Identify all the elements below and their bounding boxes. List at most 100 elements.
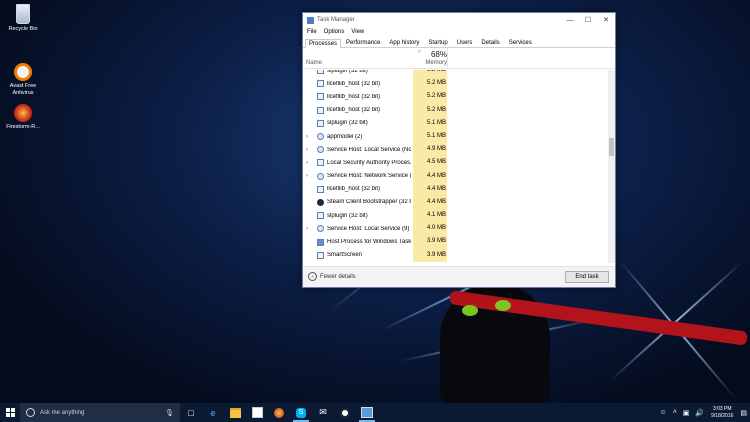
desktop-icon-label: Avast Free Antivirus (9, 83, 37, 96)
desktop-icon-avast[interactable]: Avast Free Antivirus (5, 63, 41, 96)
search-placeholder: Ask me anything (40, 409, 85, 416)
expand-chevron-icon[interactable]: › (306, 160, 311, 166)
column-memory[interactable]: Memory (413, 60, 447, 66)
store-icon[interactable] (246, 403, 268, 422)
process-row[interactable]: SmartScreen 3.9 MB (303, 248, 605, 262)
process-row[interactable]: Steam Client Bootstrapper (32 b... 4.4 MB (303, 195, 605, 210)
tab-services[interactable]: Services (505, 38, 536, 47)
scrollbar-thumb[interactable] (609, 138, 614, 156)
process-name: Service Host: Local Service (No ... (327, 146, 411, 153)
service-icon (317, 133, 324, 141)
process-name: Host Process for Windows Tasks (327, 239, 411, 246)
process-row[interactable]: llcefllib_host (32 bit) 4.4 MB (303, 182, 605, 196)
close-button[interactable]: ✕ (597, 16, 615, 24)
windows-logo-icon (5, 408, 15, 417)
cortana-icon (26, 408, 35, 417)
window-title: Task Manager (317, 17, 355, 23)
vertical-scrollbar[interactable] (608, 70, 615, 263)
memory-total-percent: 68% (430, 50, 447, 59)
process-memory: 5.2 MB (413, 70, 447, 78)
app-icon (317, 119, 324, 127)
process-memory: 4.4 MB (413, 182, 447, 196)
fewer-details-button[interactable]: ˄ Fewer details (308, 272, 356, 281)
process-row[interactable]: slplugin (32 bit) 5.2 MB (303, 70, 605, 78)
desktop-icon-firestorm[interactable]: Firestorm-R... (5, 104, 41, 130)
tab-details[interactable]: Details (477, 38, 503, 47)
menu-view[interactable]: View (351, 29, 364, 35)
process-memory: 4.0 MB (413, 222, 447, 236)
process-row[interactable]: llcefllib_host (32 bit) 5.2 MB (303, 90, 605, 104)
file-explorer-icon[interactable] (224, 403, 246, 422)
process-row[interactable]: Host Process for Windows Tasks 3.9 MB (303, 235, 605, 249)
app-icon (317, 185, 324, 193)
clock[interactable]: 3:03 PM 9/18/2016 (711, 406, 733, 419)
show-hidden-icons-chevron-icon[interactable]: ˄ (673, 409, 677, 416)
process-row[interactable]: › Service Host: Local Service (9) 4.0 MB (303, 222, 605, 236)
process-memory: 3.9 MB (413, 248, 447, 262)
desktop-icon-label: Firestorm-R... (6, 124, 40, 130)
skype-icon[interactable]: S (290, 403, 312, 422)
process-memory: 3.9 MB (413, 235, 447, 249)
mail-icon[interactable]: ✉ (312, 403, 334, 422)
process-row[interactable]: › appmodel (2) 5.1 MB (303, 129, 605, 144)
tab-startup[interactable]: Startup (424, 38, 451, 47)
ninja-eye (462, 305, 478, 316)
tab-performance[interactable]: Performance (342, 38, 384, 47)
end-task-button[interactable]: End task (565, 271, 609, 283)
app-icon (317, 80, 324, 88)
process-name: slplugin (32 bit) (327, 70, 368, 74)
task-manager-taskbar-icon[interactable] (356, 403, 378, 422)
edge-icon[interactable]: e (202, 403, 224, 422)
title-bar[interactable]: Task Manager — ☐ ✕ (303, 13, 615, 27)
menu-options[interactable]: Options (324, 29, 345, 35)
process-row[interactable]: › Service Host: Local Service (No ... 4.9 … (303, 143, 605, 157)
process-row[interactable]: › Service Host: Network Service (5) 4.4 MB (303, 169, 605, 183)
expand-chevron-icon[interactable]: › (306, 147, 311, 153)
process-name: Service Host: Network Service (5) (327, 173, 411, 180)
app-icon (317, 212, 324, 220)
process-name: slplugin (32 bit) (327, 120, 368, 127)
process-name: llcefllib_host (32 bit) (327, 107, 381, 114)
expand-chevron-icon[interactable]: › (306, 134, 311, 140)
firestorm-icon (14, 104, 32, 122)
people-icon[interactable]: ☺ (660, 409, 667, 416)
steam-icon[interactable] (334, 403, 356, 422)
process-row[interactable]: llcefllib_host (32 bit) 5.2 MB (303, 103, 605, 117)
process-row[interactable]: slplugin (32 bit) 4.1 MB (303, 209, 605, 223)
expand-chevron-icon[interactable]: › (306, 226, 311, 232)
microphone-icon[interactable]: 🎙 (165, 409, 174, 417)
search-box[interactable]: Ask me anything 🎙 (20, 403, 180, 422)
volume-icon[interactable]: 🔊 (695, 409, 704, 417)
tab-app-history[interactable]: App history (385, 38, 423, 47)
network-icon[interactable]: ▣ (683, 409, 690, 417)
service-icon (317, 172, 324, 180)
tab-processes[interactable]: Processes (305, 39, 342, 48)
task-view-icon[interactable]: □ (180, 403, 202, 422)
column-header: Name ˅ 68% Memory (303, 48, 615, 69)
minimize-button[interactable]: — (561, 17, 579, 24)
start-button[interactable] (0, 403, 20, 422)
recycle-bin-icon (16, 4, 30, 24)
desktop-icon-recycle-bin[interactable]: Recycle Bin (5, 4, 41, 32)
tab-users[interactable]: Users (453, 38, 477, 47)
task-manager-icon (307, 16, 314, 24)
action-center-icon[interactable]: ▤ (740, 409, 747, 417)
process-name: llcefllib_host (32 bit) (327, 80, 381, 87)
process-row[interactable]: slplugin (32 bit) 5.1 MB (303, 116, 605, 130)
maximize-button[interactable]: ☐ (579, 16, 597, 24)
service-icon (317, 146, 324, 154)
desktop-icon-label: Recycle Bin (8, 26, 38, 32)
fewer-details-label: Fewer details (320, 273, 356, 280)
firestorm-icon[interactable] (268, 403, 290, 422)
process-name: llcefllib_host (32 bit) (327, 186, 381, 193)
process-name: SmartScreen (327, 252, 363, 259)
process-row[interactable]: llcefllib_host (32 bit) 5.2 MB (303, 77, 605, 91)
process-memory: 5.2 MB (413, 103, 447, 117)
column-name[interactable]: Name (306, 60, 322, 66)
expand-chevron-icon[interactable]: › (306, 173, 311, 179)
process-name: Service Host: Local Service (9) (327, 225, 410, 232)
process-name: appmodel (2) (327, 133, 363, 140)
menu-file[interactable]: File (307, 29, 317, 35)
process-row[interactable]: › Local Security Authority Proces... 4.5 M… (303, 156, 605, 170)
process-memory: 5.1 MB (413, 129, 447, 144)
